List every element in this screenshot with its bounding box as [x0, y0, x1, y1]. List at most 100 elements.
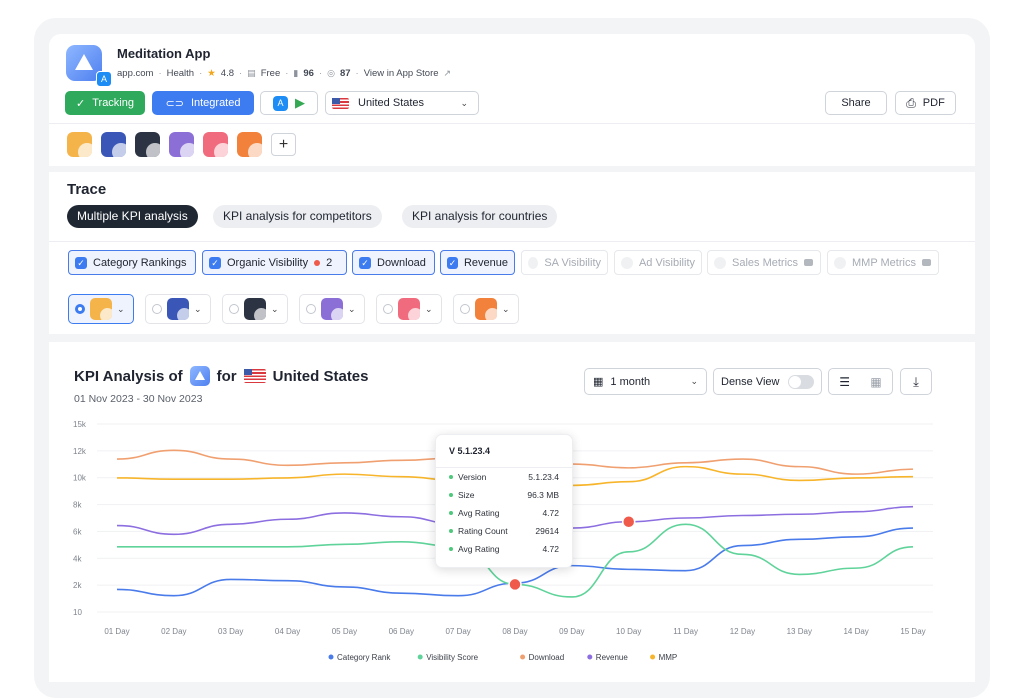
y-tick-label: 2k	[73, 581, 82, 590]
country-select[interactable]: United States ⌄	[325, 91, 479, 115]
x-tick-label: 09 Day	[559, 627, 584, 636]
radio-button[interactable]	[460, 304, 470, 314]
competitor-app-icon	[398, 298, 420, 320]
checkbox-checked-icon: ✓	[359, 256, 371, 269]
radio-button[interactable]	[75, 304, 85, 314]
app-header-card: A Meditation App app.com · Health · ★ 4.…	[49, 34, 975, 166]
external-link-icon[interactable]: ↗	[444, 68, 452, 79]
bullet-icon	[449, 529, 453, 533]
tab-kpi-competitors[interactable]: KPI analysis for competitors	[213, 205, 382, 228]
bullet-icon	[449, 475, 453, 479]
competitor-app-icon[interactable]	[101, 132, 126, 157]
y-tick-label: 10	[73, 608, 82, 617]
app-developer: app.com	[117, 68, 154, 79]
tab-multiple-kpi[interactable]: Multiple KPI analysis	[67, 205, 198, 228]
chevron-down-icon: ⌄	[194, 303, 202, 314]
competitor-app-icon[interactable]	[203, 132, 228, 157]
legend-swatch	[328, 654, 334, 660]
app-selector[interactable]: ⌄	[453, 294, 519, 324]
legend-label: MMP	[659, 653, 678, 662]
competitor-app-icon[interactable]	[135, 132, 160, 157]
tooltip-row: Version 5.1.23.4	[436, 468, 572, 486]
tab-kpi-countries[interactable]: KPI analysis for countries	[402, 205, 558, 228]
legend-label: Download	[529, 653, 565, 662]
star-icon: ★	[207, 68, 216, 79]
app-score: 87	[339, 68, 351, 79]
google-play-icon[interactable]: ▶	[295, 95, 305, 111]
tooltip-row: Rating Count 29614	[436, 522, 572, 540]
bullet-icon	[449, 547, 453, 551]
y-tick-label: 15k	[73, 420, 87, 429]
x-tick-label: 11 Day	[673, 627, 698, 636]
competitor-app-icon	[244, 298, 266, 320]
metric-sales-metrics[interactable]: Sales Metrics	[707, 250, 821, 275]
x-tick-label: 03 Day	[218, 627, 243, 636]
app-meta: app.com · Health · ★ 4.8 · ▤ Free · ▮ 96…	[117, 68, 452, 79]
app-rating: 4.8	[220, 68, 234, 79]
score-icon: ◎	[327, 68, 335, 78]
x-tick-label: 08 Day	[502, 627, 527, 636]
lock-icon	[921, 259, 931, 266]
app-store-badge-icon: A	[96, 71, 112, 87]
y-tick-label: 6k	[73, 527, 82, 536]
trace-card: Trace Multiple KPI analysis KPI analysis…	[49, 172, 975, 334]
app-selector[interactable]: ⌄	[145, 294, 211, 324]
bar-chart-icon: ▮	[293, 68, 299, 78]
link-icon: ⊂⊃	[165, 97, 184, 110]
bullet-icon	[449, 493, 453, 497]
metric-mmp-metrics[interactable]: MMP Metrics	[827, 250, 939, 275]
chevron-down-icon: ⌄	[502, 303, 510, 314]
version-tooltip: V 5.1.23.4 Version 5.1.23.4 Size 96.3 MB Avg…	[435, 434, 573, 568]
metric-download[interactable]: ✓ Download	[352, 250, 435, 275]
share-button[interactable]: Share	[825, 91, 887, 115]
tracking-button[interactable]: ✓ Tracking	[65, 91, 145, 115]
tooltip-row: Avg Rating 4.72	[436, 504, 572, 522]
legend-label: Revenue	[596, 653, 629, 662]
checkbox-checked-icon: ✓	[209, 256, 221, 269]
checkbox-empty-icon	[714, 256, 726, 269]
checkbox-checked-icon: ✓	[447, 256, 458, 269]
store-link[interactable]: View in App Store	[364, 68, 439, 79]
metric-ad-visibility[interactable]: Ad Visibility	[614, 250, 702, 275]
event-marker	[508, 577, 522, 592]
app-selector[interactable]: ⌄	[68, 294, 134, 324]
add-competitor-button[interactable]: +	[271, 133, 296, 156]
app-rank: 96	[303, 68, 314, 79]
competitor-app-icon	[475, 298, 497, 320]
radio-button[interactable]	[229, 304, 239, 314]
app-category: Health	[166, 68, 195, 79]
us-flag-icon	[332, 97, 349, 109]
price-tag-icon: ▤	[247, 68, 256, 78]
radio-button[interactable]	[383, 304, 393, 314]
store-selector[interactable]: A ▶	[260, 91, 318, 115]
chevron-down-icon: ⌄	[271, 303, 279, 314]
competitor-app-icon[interactable]	[169, 132, 194, 157]
competitor-app-icon[interactable]	[237, 132, 262, 157]
metric-revenue[interactable]: ✓ Revenue	[440, 250, 515, 275]
x-tick-label: 12 Day	[730, 627, 755, 636]
checkbox-empty-icon	[528, 256, 539, 269]
pdf-button[interactable]: ⎙ PDF	[895, 91, 956, 115]
radio-button[interactable]	[306, 304, 316, 314]
metric-organic-visibility[interactable]: ✓ Organic Visibility 2	[202, 250, 347, 275]
y-tick-label: 8k	[73, 501, 82, 510]
x-tick-label: 06 Day	[389, 627, 414, 636]
integrated-button[interactable]: ⊂⊃ Integrated	[152, 91, 254, 115]
alert-dot-icon	[314, 259, 321, 266]
metric-category-rankings[interactable]: ✓ Category Rankings	[68, 250, 196, 275]
legend-swatch	[650, 654, 656, 660]
app-selector[interactable]: ⌄	[222, 294, 288, 324]
y-tick-label: 12k	[73, 447, 87, 456]
lock-icon	[804, 259, 814, 266]
app-price: Free	[260, 68, 281, 79]
app-selector[interactable]: ⌄	[299, 294, 365, 324]
app-selector[interactable]: ⌄	[376, 294, 442, 324]
y-tick-label: 10k	[73, 474, 87, 483]
x-tick-label: 05 Day	[332, 627, 357, 636]
chevron-down-icon: ⌄	[117, 303, 125, 314]
tooltip-row: Size 96.3 MB	[436, 486, 572, 504]
metric-sa-visibility[interactable]: SA Visibility	[521, 250, 608, 275]
radio-button[interactable]	[152, 304, 162, 314]
competitor-app-icon[interactable]	[67, 132, 92, 157]
app-store-icon[interactable]: A	[273, 95, 288, 111]
